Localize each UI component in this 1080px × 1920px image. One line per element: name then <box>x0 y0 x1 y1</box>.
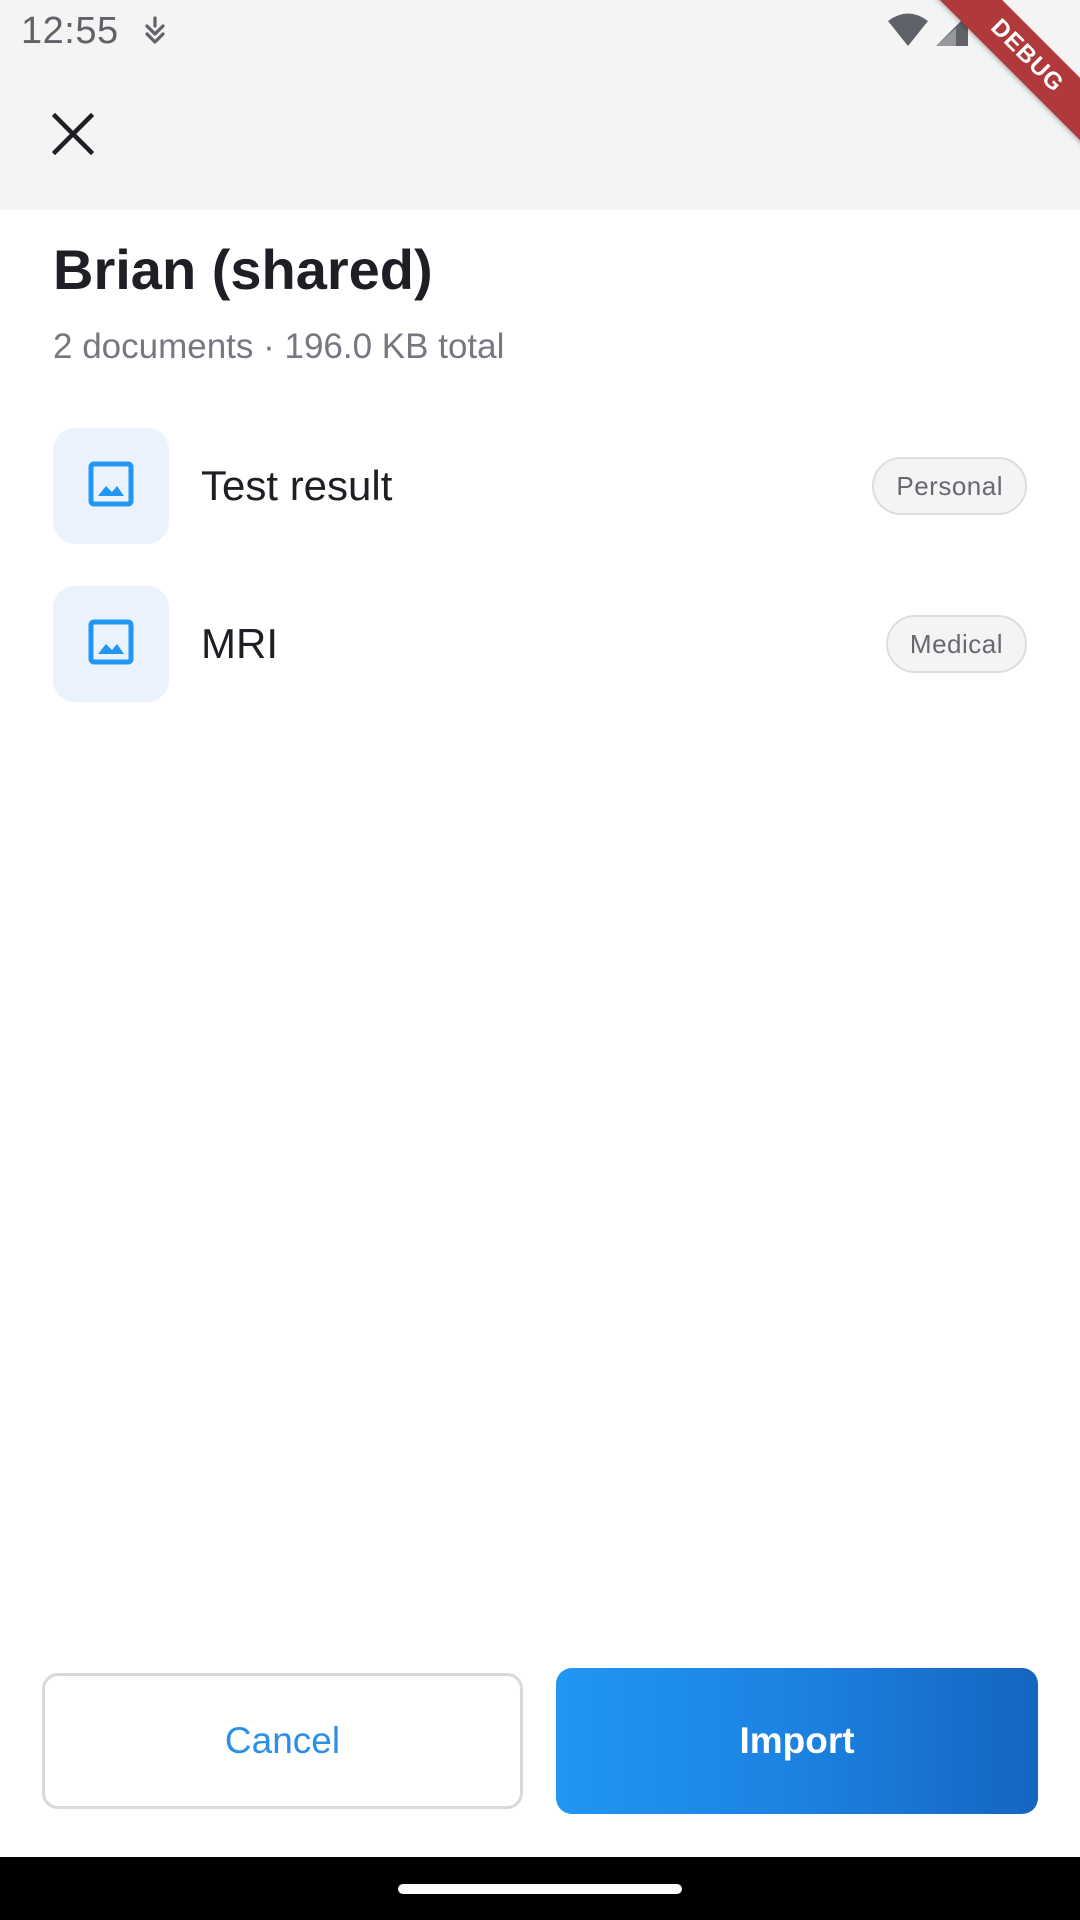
import-button[interactable]: Import <box>556 1668 1038 1814</box>
status-time: 12:55 <box>21 10 119 52</box>
document-thumbnail <box>53 428 169 544</box>
document-category-tag: Personal <box>872 457 1027 515</box>
import-shared-documents-screen: 12:55 DEBUG Brian (shared) 2 documents ·… <box>0 0 1080 1920</box>
home-indicator[interactable] <box>398 1884 682 1894</box>
document-thumbnail <box>53 586 169 702</box>
document-item-mri[interactable]: MRI Medical <box>53 586 1027 702</box>
document-list: Test result Personal MRI Medical <box>53 428 1027 744</box>
wifi-icon <box>887 12 929 48</box>
document-name: MRI <box>201 620 278 667</box>
cancel-button[interactable]: Cancel <box>42 1673 523 1809</box>
notification-icon <box>142 16 168 46</box>
document-name: Test result <box>201 462 393 509</box>
close-button[interactable] <box>37 100 109 172</box>
document-item-test-result[interactable]: Test result Personal <box>53 428 1027 544</box>
document-category-tag: Medical <box>885 615 1027 673</box>
status-bar: 12:55 <box>0 0 1080 64</box>
image-icon <box>88 461 134 512</box>
page-title: Brian (shared) <box>53 238 433 301</box>
close-icon <box>51 112 95 160</box>
top-app-bar: 12:55 DEBUG <box>0 0 1080 210</box>
page-subtitle: 2 documents · 196.0 KB total <box>53 327 505 366</box>
image-icon <box>88 619 134 670</box>
